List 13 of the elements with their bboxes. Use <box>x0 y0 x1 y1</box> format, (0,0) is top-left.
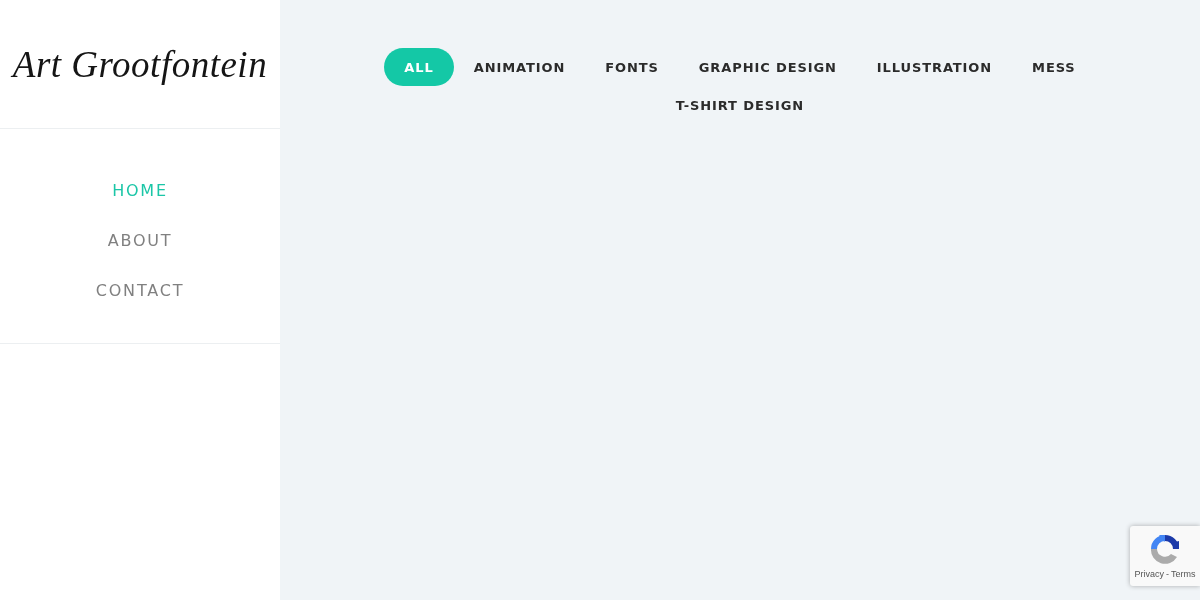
filter-tab[interactable]: MESS <box>1012 48 1096 86</box>
terms-link[interactable]: Terms <box>1171 569 1196 579</box>
recaptcha-icon <box>1149 533 1181 565</box>
filter-tab[interactable]: ANIMATION <box>453 48 586 86</box>
filter-tab[interactable]: ILLUSTRATION <box>856 48 1013 86</box>
nav-link[interactable]: CONTACT <box>95 279 185 303</box>
privacy-link[interactable]: Privacy <box>1134 569 1164 579</box>
filter-tab[interactable]: GRAPHIC DESIGN <box>678 48 857 86</box>
link-separator: - <box>1166 569 1169 579</box>
logo-link[interactable]: Art Grootfontein <box>12 42 268 86</box>
nav-link[interactable]: ABOUT <box>107 229 173 253</box>
filter-tab[interactable]: T-SHIRT DESIGN <box>655 86 825 124</box>
filter-tab[interactable]: FONTS <box>585 48 679 86</box>
